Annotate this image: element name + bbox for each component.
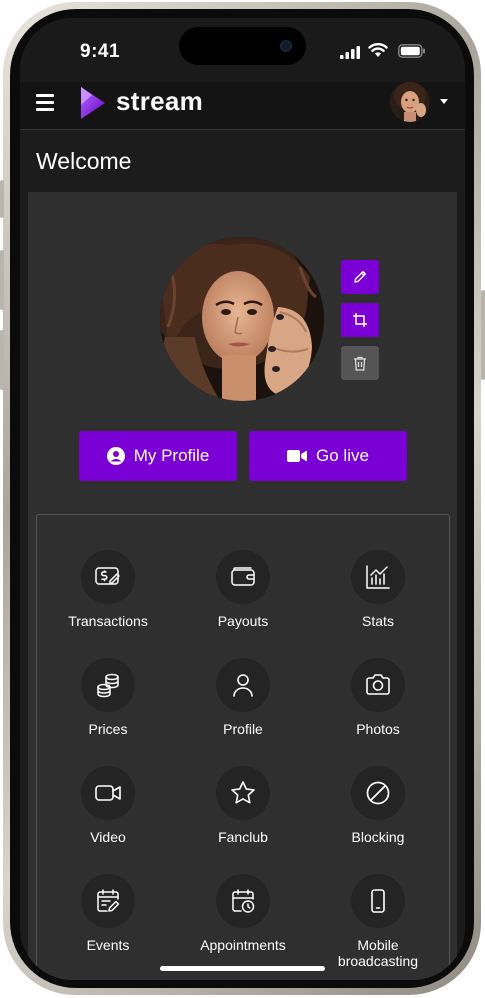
edit-photo-button[interactable] (341, 260, 379, 294)
stats-icon (366, 565, 390, 589)
dynamic-island (179, 27, 306, 65)
user-icon (233, 674, 253, 697)
avatar-image (390, 82, 430, 122)
phone-power-button (481, 290, 485, 380)
profile-photo (160, 237, 324, 401)
home-indicator[interactable] (160, 966, 325, 971)
menu-item-transactions[interactable]: Transactions (41, 550, 175, 629)
menu-item-events[interactable]: Events (41, 874, 175, 953)
menu-item-photos[interactable]: Photos (311, 658, 445, 737)
menu-item-label: Video (90, 829, 126, 845)
phone-volume-down-button (0, 330, 4, 390)
crop-icon (353, 313, 367, 327)
user-circle-icon (106, 447, 125, 465)
profile-photo-image (160, 237, 324, 401)
coins-icon (97, 673, 119, 698)
header-avatar[interactable] (390, 82, 430, 122)
signal-icon (340, 46, 360, 59)
wifi-icon (368, 43, 388, 57)
menu-item-label: Appointments (200, 937, 286, 953)
menu-item-video[interactable]: Video (41, 766, 175, 845)
block-icon (366, 781, 390, 805)
brand-name: stream (116, 86, 204, 116)
menu-item-label: Mobile broadcasting (337, 937, 419, 969)
menu-item-label: Stats (362, 613, 394, 629)
page-title: Welcome (36, 148, 132, 174)
phone-action-button (0, 180, 4, 218)
menu-item-fanclub[interactable]: Fanclub (176, 766, 310, 845)
camera-icon (366, 674, 390, 695)
menu-item-stats[interactable]: Stats (311, 550, 445, 629)
menu-item-label: Prices (88, 721, 128, 737)
video-icon (95, 785, 121, 801)
phone-volume-up-button (0, 250, 4, 310)
go-live-label: Go live (316, 446, 369, 465)
front-camera (280, 40, 292, 52)
video-camera-icon (287, 450, 308, 462)
my-profile-label: My Profile (133, 446, 210, 465)
menu-item-appointments[interactable]: Appointments (176, 874, 310, 953)
menu-item-mobile-broadcasting[interactable]: Mobile broadcasting (311, 874, 445, 969)
stream-logo-icon (81, 87, 105, 119)
menu-item-label: Photos (356, 721, 400, 737)
calendar-clock-icon (232, 889, 255, 913)
transactions-icon (95, 567, 120, 585)
star-icon (231, 781, 255, 804)
status-bar: 9:41 (20, 18, 465, 82)
menu-item-blocking[interactable]: Blocking (311, 766, 445, 845)
calendar-edit-icon (97, 889, 120, 912)
status-time: 9:41 (80, 41, 121, 62)
menu-item-prices[interactable]: Prices (41, 658, 175, 737)
menu-item-label: Fanclub (218, 829, 268, 845)
menu-item-payouts[interactable]: Payouts (176, 550, 310, 629)
delete-photo-button[interactable] (341, 346, 379, 380)
go-live-button[interactable]: Go live (249, 431, 407, 481)
dashboard-menu-grid: Transactions Payouts Stats Prices Profil… (36, 514, 450, 980)
menu-item-label: Transactions (68, 613, 148, 629)
app-screen: 9:41 stream Welcome My Profile Go live T… (20, 18, 465, 980)
hamburger-menu-icon[interactable] (36, 94, 54, 111)
wallet-icon (231, 567, 255, 586)
pencil-icon (354, 270, 367, 283)
menu-item-label: Blocking (351, 829, 405, 845)
battery-icon (398, 44, 425, 58)
app-header: stream (20, 82, 465, 130)
my-profile-button[interactable]: My Profile (79, 431, 237, 481)
crop-photo-button[interactable] (341, 303, 379, 337)
menu-item-label: Events (86, 937, 130, 953)
menu-item-label: Payouts (217, 613, 269, 629)
chevron-down-icon[interactable] (440, 99, 448, 104)
mobile-icon (371, 889, 385, 913)
trash-icon (354, 356, 366, 371)
menu-item-label: Profile (223, 721, 263, 737)
menu-item-profile[interactable]: Profile (176, 658, 310, 737)
